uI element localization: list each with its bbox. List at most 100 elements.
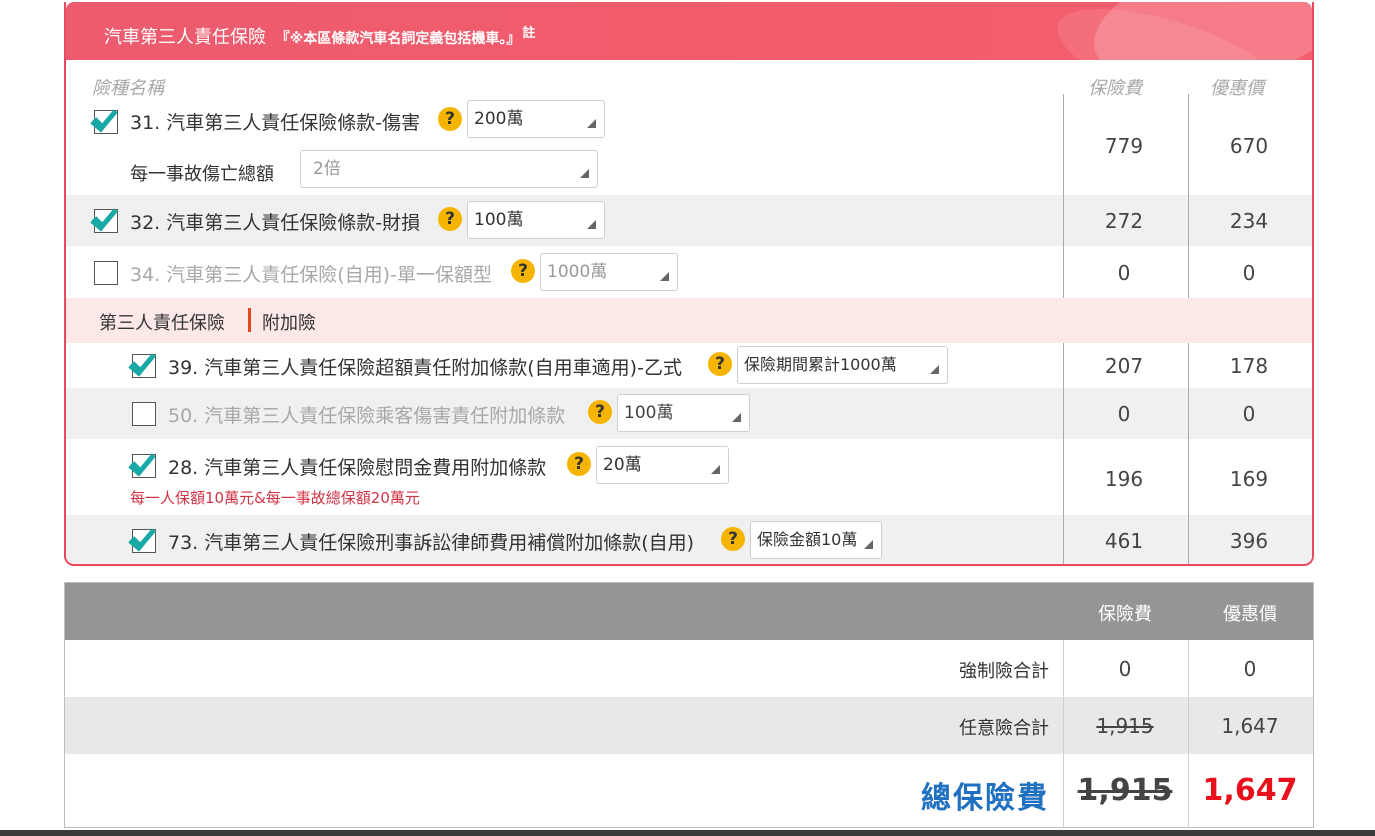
panel-title: 汽車第三人責任保險 『※本區條款汽車名詞定義包括機車。』註 <box>104 22 535 49</box>
premium-value: 0 <box>1117 261 1131 285</box>
select-value: 保險期間累計1000萬 <box>744 355 897 374</box>
column-divider <box>1188 94 1189 298</box>
multiplier-select[interactable]: 2倍 <box>300 150 598 188</box>
totals-row-grand: 總保險費 1,915 1,647 <box>65 754 1313 828</box>
totals-header-discount: 優惠價 <box>1223 604 1277 625</box>
column-divider <box>1188 343 1189 564</box>
premium-value: 779 <box>1104 134 1144 158</box>
help-icon[interactable]: ? <box>567 452 591 476</box>
help-icon[interactable]: ? <box>721 527 745 551</box>
premium-value: 207 <box>1104 354 1144 378</box>
checkbox-28[interactable] <box>128 447 156 478</box>
select-value: 100萬 <box>474 210 524 230</box>
amount-select[interactable]: 保險期間累計1000萬 <box>737 346 948 384</box>
select-value: 200萬 <box>474 109 524 129</box>
discount-value: 169 <box>1229 467 1269 491</box>
select-value: 2倍 <box>313 159 341 179</box>
coverage-label: 50. 汽車第三人責任保險乘客傷害責任附加條款 <box>168 405 566 427</box>
coverage-label: 34. 汽車第三人責任保險(自用)-單一保額型 <box>130 264 492 286</box>
totals-row-compulsory: 強制險合計 0 0 <box>65 640 1313 697</box>
amount-select[interactable]: 20萬 <box>596 446 729 484</box>
panel-title-text: 汽車第三人責任保險 <box>104 27 266 48</box>
amount-select[interactable]: 1000萬 <box>540 253 678 291</box>
checkbox-31[interactable] <box>90 103 118 134</box>
premium-value: 196 <box>1104 467 1144 491</box>
amount-select[interactable]: 200萬 <box>467 100 605 138</box>
discount-value: 234 <box>1229 209 1269 233</box>
amount-select[interactable]: 保險金額10萬 <box>750 521 882 559</box>
discount-value: 0 <box>1242 402 1256 426</box>
totals-label: 任意險合計 <box>959 718 1049 739</box>
totals-discount: 0 <box>1243 657 1257 681</box>
amount-select[interactable]: 100萬 <box>467 201 605 239</box>
discount-value: 670 <box>1229 134 1269 158</box>
checkbox-73[interactable] <box>128 522 156 553</box>
totals-label: 強制險合計 <box>959 661 1049 682</box>
dropdown-arrow-icon <box>864 540 873 549</box>
discount-value: 178 <box>1229 354 1269 378</box>
panel-title-footnote: 註 <box>522 26 536 41</box>
section-divider <box>248 308 251 332</box>
checkbox-50[interactable] <box>132 402 156 426</box>
help-icon[interactable]: ? <box>708 352 732 376</box>
section-subtitle: 附加險 <box>262 313 316 334</box>
table-row: 32. 汽車第三人責任保險條款-財損 ? 100萬 272 234 <box>66 195 1312 246</box>
coverage-label: 31. 汽車第三人責任保險條款-傷害 <box>130 112 421 134</box>
table-row: 73. 汽車第三人責任保險刑事訴訟律師費用補償附加條款(自用) ? 保險金額10… <box>66 515 1312 564</box>
grand-total-label: 總保險費 <box>921 781 1049 816</box>
column-divider <box>1188 640 1189 828</box>
totals-premium: 0 <box>1118 657 1132 681</box>
help-icon[interactable]: ? <box>438 107 462 131</box>
totals-header-premium: 保險費 <box>1098 604 1152 625</box>
table-row: 50. 汽車第三人責任保險乘客傷害責任附加條款 ? 100萬 0 0 <box>66 388 1312 439</box>
coverage-label: 28. 汽車第三人責任保險慰問金費用附加條款 <box>168 457 547 479</box>
select-value: 保險金額10萬 <box>757 530 858 549</box>
help-icon[interactable]: ? <box>588 400 612 424</box>
select-value: 100萬 <box>624 403 674 423</box>
column-divider <box>1063 94 1064 298</box>
amount-select[interactable]: 100萬 <box>617 394 750 432</box>
panel-title-note: 『※本區條款汽車名詞定義包括機車。』 <box>275 31 521 47</box>
checkbox-34[interactable] <box>94 261 118 285</box>
coverage-note: 每一人保額10萬元&每一事故總保額20萬元 <box>130 489 420 507</box>
coverage-label: 73. 汽車第三人責任保險刑事訴訟律師費用補償附加條款(自用) <box>168 532 695 554</box>
totals-header: 保險費 優惠價 <box>65 583 1313 640</box>
totals-row-voluntary: 任意險合計 1,915 1,647 <box>65 697 1313 754</box>
table-row: 28. 汽車第三人責任保險慰問金費用附加條款 ? 20萬 每一人保額10萬元&每… <box>66 439 1312 515</box>
section-title: 第三人責任保險 <box>99 313 225 334</box>
grand-total-premium: 1,915 <box>1077 773 1173 808</box>
dropdown-arrow-icon <box>587 220 596 229</box>
dropdown-arrow-icon <box>580 169 589 178</box>
section-header: 第三人責任保險 附加險 <box>66 298 1312 343</box>
totals-premium: 1,915 <box>1096 714 1154 738</box>
column-divider <box>1063 640 1064 828</box>
bottom-bar <box>0 830 1375 836</box>
discount-value: 0 <box>1242 261 1256 285</box>
sub-coverage-label: 每一事故傷亡總額 <box>130 164 274 185</box>
dropdown-arrow-icon <box>660 272 669 281</box>
help-icon[interactable]: ? <box>438 207 462 231</box>
premium-value: 0 <box>1117 402 1131 426</box>
table-row: 39. 汽車第三人責任保險超額責任附加條款(自用車適用)-乙式 ? 保險期間累計… <box>66 343 1312 388</box>
premium-value: 461 <box>1104 529 1144 553</box>
dropdown-arrow-icon <box>587 119 596 128</box>
third-party-liability-panel: 汽車第三人責任保險 『※本區條款汽車名詞定義包括機車。』註 險種名稱 保險費 優… <box>64 2 1314 566</box>
grand-total-discount: 1,647 <box>1202 773 1298 808</box>
premium-value: 272 <box>1104 209 1144 233</box>
help-icon[interactable]: ? <box>511 259 535 283</box>
totals-discount: 1,647 <box>1221 714 1279 738</box>
checkbox-32[interactable] <box>90 202 118 233</box>
table-row: 34. 汽車第三人責任保險(自用)-單一保額型 ? 1000萬 0 0 <box>66 246 1312 298</box>
coverage-label: 39. 汽車第三人責任保險超額責任附加條款(自用車適用)-乙式 <box>168 357 682 379</box>
totals-table: 保險費 優惠價 強制險合計 0 0 任意險合計 1,915 1,647 總保險費… <box>64 582 1314 828</box>
table-row: 31. 汽車第三人責任保險條款-傷害 ? 200萬 每一事故傷亡總額 2倍 77… <box>66 94 1312 195</box>
select-value: 20萬 <box>603 455 642 475</box>
select-value: 1000萬 <box>547 262 608 282</box>
column-divider <box>1063 343 1064 564</box>
dropdown-arrow-icon <box>930 365 939 374</box>
discount-value: 396 <box>1229 529 1269 553</box>
dropdown-arrow-icon <box>732 413 741 422</box>
coverage-label: 32. 汽車第三人責任保險條款-財損 <box>130 212 421 234</box>
dropdown-arrow-icon <box>711 465 720 474</box>
checkbox-39[interactable] <box>128 347 156 378</box>
